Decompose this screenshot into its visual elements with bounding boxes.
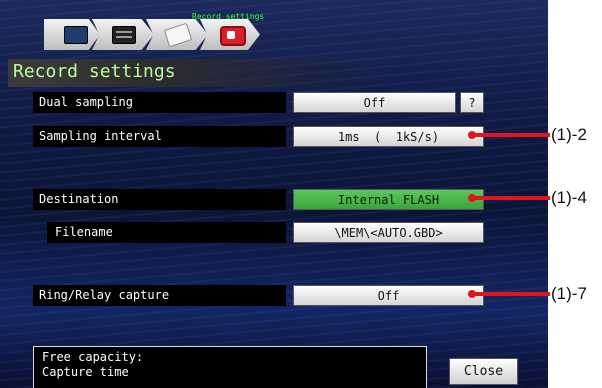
sampling-interval-button[interactable]: 1ms ( 1kS/s) bbox=[293, 126, 484, 147]
record-icon bbox=[220, 26, 246, 46]
dual-sampling-label: Dual sampling bbox=[33, 92, 286, 113]
screen: Record settings Record settings Dual sam… bbox=[0, 0, 548, 388]
help-button[interactable]: ? bbox=[460, 92, 484, 113]
close-button[interactable]: Close bbox=[449, 358, 518, 385]
module-icon bbox=[112, 26, 136, 44]
callout-label: (1)-7 bbox=[551, 284, 587, 303]
monitor-icon bbox=[64, 26, 88, 44]
filename-button[interactable]: \MEM\<AUTO.GBD> bbox=[293, 222, 484, 243]
ring-relay-button[interactable]: Off bbox=[293, 285, 484, 306]
info-panel: Free capacity: Capture time bbox=[33, 346, 427, 388]
callout-label: (1)-2 bbox=[551, 125, 587, 144]
breadcrumb-current: Record settings bbox=[192, 12, 265, 21]
capture-time-label: Capture time bbox=[42, 365, 129, 379]
callout-label: (1)-4 bbox=[551, 188, 587, 207]
ring-relay-label: Ring/Relay capture bbox=[33, 285, 286, 306]
step-record[interactable] bbox=[200, 19, 260, 50]
dual-sampling-button[interactable]: Off bbox=[293, 92, 456, 113]
step-document[interactable] bbox=[146, 19, 208, 50]
free-capacity-label: Free capacity: bbox=[42, 350, 144, 364]
page-title: Record settings bbox=[13, 61, 176, 82]
callout-leader bbox=[468, 290, 550, 298]
destination-button[interactable]: Internal FLASH bbox=[293, 189, 484, 210]
step-module[interactable] bbox=[92, 19, 154, 50]
callout-leader bbox=[468, 131, 550, 139]
destination-label: Destination bbox=[33, 189, 286, 210]
step-monitor[interactable] bbox=[44, 19, 100, 50]
filename-label: Filename bbox=[47, 222, 286, 243]
document-icon bbox=[163, 22, 193, 48]
callout-leader bbox=[468, 194, 550, 202]
sampling-interval-label: Sampling interval bbox=[33, 126, 286, 147]
